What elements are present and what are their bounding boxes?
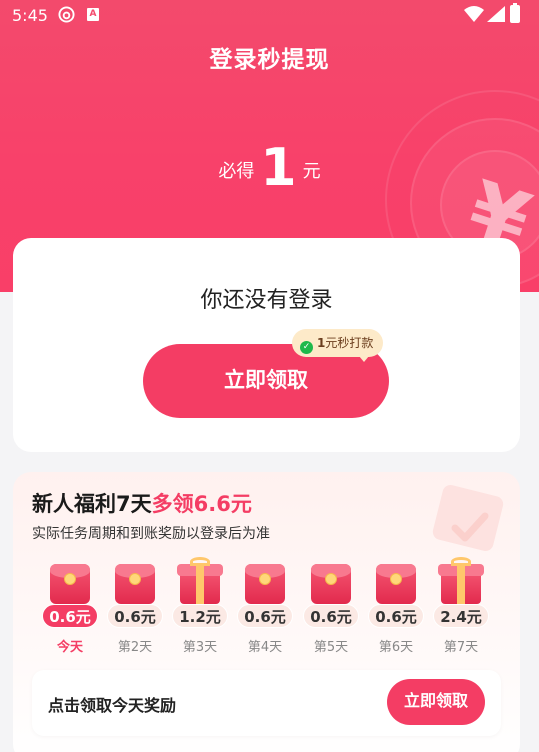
day-reward-4[interactable]: 0.6元 第4天: [235, 562, 295, 655]
red-envelope-icon: [376, 562, 416, 604]
day-value: 0.6元: [368, 604, 424, 628]
red-envelope-icon: [311, 562, 351, 604]
reward-unit: 元: [302, 161, 321, 182]
day-value: 0.6元: [303, 604, 359, 628]
status-bar: 5:45 A: [0, 0, 539, 30]
day-reward-2[interactable]: 0.6元 第2天: [105, 562, 165, 655]
welfare-title: 新人福利7天多领6.6元: [32, 488, 252, 518]
day-value: 0.6元: [237, 604, 293, 628]
day-label: 第4天: [247, 640, 283, 655]
gift-box-icon: [438, 557, 484, 604]
reward-prefix: 必得: [218, 161, 255, 182]
reward-amount: 1: [260, 138, 297, 198]
red-envelope-icon: [115, 562, 155, 604]
day-reward-6[interactable]: 0.6元 第6天: [366, 562, 426, 655]
day-value: 2.4元: [433, 604, 489, 628]
app-notification-icon: A: [87, 8, 99, 21]
welfare-subtitle: 实际任务周期和到账奖励以登录后为准: [32, 526, 270, 542]
day-value: 0.6元: [107, 604, 163, 628]
day-value: 1.2元: [172, 604, 228, 628]
gift-decor-icon: [432, 485, 504, 551]
day-label: 第7天: [443, 640, 479, 655]
tag-text: 元秒打款: [325, 336, 374, 350]
welfare-title-highlight: 多领6.6元: [151, 492, 252, 516]
day-label: 第6天: [378, 640, 414, 655]
wechat-check-icon: ✓: [300, 341, 313, 354]
login-status-message: 你还没有登录: [200, 288, 333, 313]
status-time: 5:45: [12, 6, 48, 25]
wifi-icon: [464, 6, 484, 22]
claim-today-text: 点击领取今天奖励: [48, 696, 177, 715]
page-title: 登录秒提现: [209, 47, 330, 73]
day-label: 第2天: [117, 640, 153, 655]
welfare-title-main: 新人福利7天: [32, 492, 152, 516]
signal-icon: [487, 6, 505, 22]
login-card: 你还没有登录 立即领取 ✓ 1元秒打款: [13, 238, 520, 452]
red-envelope-icon: [50, 562, 90, 604]
claim-today-button[interactable]: 立即领取: [387, 679, 485, 725]
red-envelope-icon: [245, 562, 285, 604]
day-reward-3[interactable]: 1.2元 第3天: [170, 557, 230, 655]
battery-icon: [510, 3, 520, 23]
reward-amount-display: 必得 1 元: [0, 138, 539, 198]
day-label: 第3天: [182, 640, 218, 655]
day-label: 今天: [56, 640, 83, 655]
claim-today-bar: 点击领取今天奖励 立即领取: [32, 670, 501, 736]
newcomer-welfare-card: 新人福利7天多领6.6元 实际任务周期和到账奖励以登录后为准 0.6元 今天 0…: [13, 472, 520, 752]
netease-music-icon: [58, 6, 75, 23]
day-value: 0.6元: [42, 604, 98, 628]
day-label: 第5天: [313, 640, 349, 655]
day-reward-7[interactable]: 2.4元 第7天: [431, 557, 491, 655]
day-reward-1[interactable]: 0.6元 今天: [40, 562, 100, 655]
gift-box-icon: [177, 557, 223, 604]
instant-payout-tag: ✓ 1元秒打款: [292, 329, 384, 362]
day-reward-5[interactable]: 0.6元 第5天: [301, 562, 361, 655]
